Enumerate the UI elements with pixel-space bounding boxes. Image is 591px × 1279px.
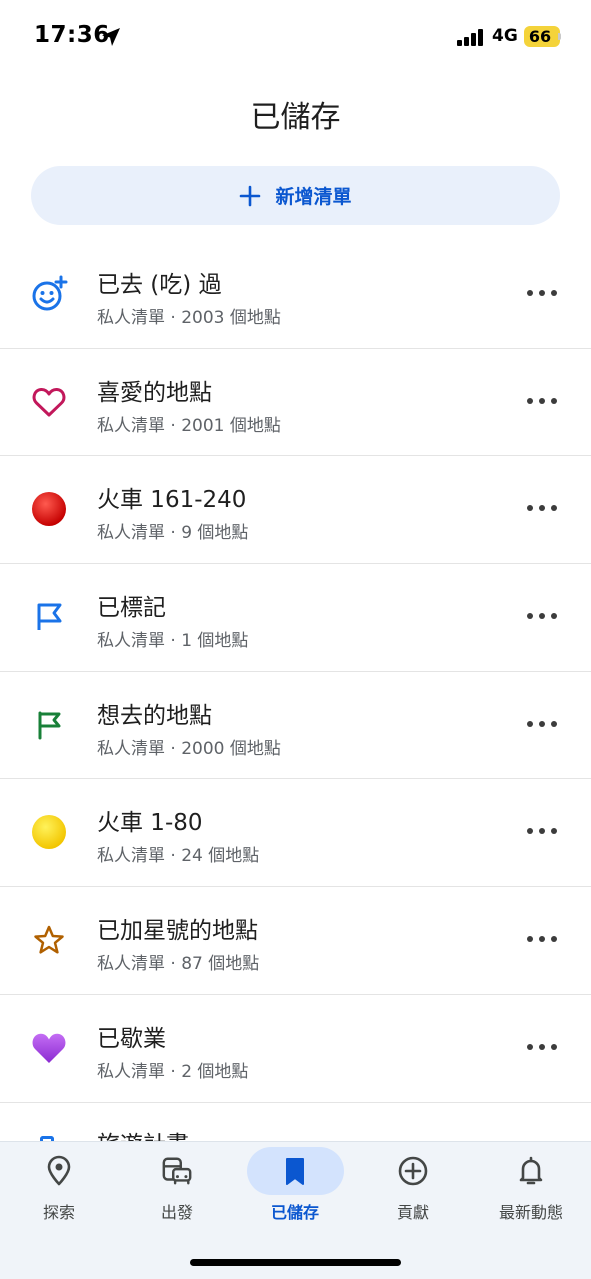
- red-circle-icon: [30, 490, 68, 528]
- more-options-button[interactable]: [527, 1041, 557, 1053]
- list-item[interactable]: 已標記 私人清單 · 1 個地點: [0, 564, 591, 672]
- list-subtitle: 私人清單 · 2000 個地點: [97, 738, 281, 759]
- list-item[interactable]: 已加星號的地點 私人清單 · 87 個地點: [0, 887, 591, 995]
- tab-label: 最新動態: [498, 1203, 563, 1222]
- tab-label: 探索: [42, 1203, 75, 1222]
- green-flag-icon: [30, 706, 68, 744]
- list-item[interactable]: 喜愛的地點 私人清單 · 2001 個地點: [0, 349, 591, 457]
- more-options-button[interactable]: [527, 718, 557, 730]
- purple-heart-icon: [30, 1029, 68, 1067]
- list-title: 已標記: [97, 595, 166, 622]
- location-pin-icon: [47, 1155, 71, 1186]
- list-title: 已去 (吃) 過: [97, 272, 222, 298]
- more-options-button[interactable]: [527, 825, 557, 837]
- list-item[interactable]: 火車 161-240 私人清單 · 9 個地點: [0, 456, 591, 565]
- tab-saved[interactable]: 已儲存: [236, 1142, 354, 1242]
- list-subtitle: 私人清單 · 24 個地點: [97, 846, 260, 867]
- list-subtitle: 私人清單 · 2003 個地點: [97, 308, 281, 328]
- tab-label: 貢獻: [396, 1203, 429, 1222]
- bell-icon: [519, 1156, 543, 1185]
- bookmark-icon: [286, 1158, 304, 1185]
- list-title: 已歇業: [97, 1025, 166, 1052]
- tab-go[interactable]: 出發: [118, 1142, 236, 1242]
- tab-updates[interactable]: 最新動態: [472, 1142, 590, 1242]
- list-title: 火車 1-80: [97, 810, 203, 837]
- list-item[interactable]: 已去 (吃) 過 私人清單 · 2003 個地點: [0, 241, 591, 349]
- tab-label: 出發: [160, 1203, 193, 1222]
- new-list-label: 新增清單: [275, 186, 352, 208]
- list-item[interactable]: 已歇業 私人清單 · 2 個地點: [0, 995, 591, 1103]
- list-subtitle: 私人清單 · 87 個地點: [97, 954, 260, 975]
- tab-contribute[interactable]: 貢獻: [354, 1142, 472, 1242]
- home-indicator[interactable]: [190, 1259, 401, 1266]
- list-item[interactable]: 想去的地點 私人清單 · 2000 個地點: [0, 672, 591, 780]
- new-list-button[interactable]: 新增清單: [31, 166, 560, 225]
- saved-lists: 已去 (吃) 過 私人清單 · 2003 個地點 喜愛的地點 私人清單 · 20…: [0, 241, 591, 1103]
- battery-tip: [558, 33, 561, 40]
- list-subtitle: 私人清單 · 1 個地點: [97, 631, 249, 652]
- flag-outline-icon: [30, 598, 68, 636]
- yellow-circle-icon: [30, 813, 68, 851]
- more-options-button[interactable]: [527, 610, 557, 622]
- list-title: 喜愛的地點: [97, 379, 212, 406]
- battery-icon: 66: [524, 26, 560, 47]
- tab-explore[interactable]: 探索: [0, 1142, 118, 1242]
- add-circle-icon: [398, 1156, 428, 1186]
- network-type: 4G: [492, 26, 518, 46]
- list-title: 已加星號的地點: [97, 918, 258, 945]
- list-item[interactable]: 旅遊計畫: [0, 1103, 591, 1143]
- list-title: 火車 161-240: [97, 487, 247, 514]
- signal-icon: [457, 28, 485, 46]
- more-options-button[interactable]: [527, 502, 557, 514]
- star-icon: [30, 921, 68, 959]
- battery-level: 66: [528, 27, 552, 46]
- heart-icon: [30, 383, 68, 421]
- more-options-button[interactable]: [527, 933, 557, 945]
- list-item[interactable]: 火車 1-80 私人清單 · 24 個地點: [0, 779, 591, 888]
- status-time: 17:36: [34, 22, 110, 48]
- location-arrow-icon: [102, 28, 120, 46]
- plus-icon: [240, 185, 261, 206]
- list-subtitle: 私人清單 · 2 個地點: [97, 1061, 249, 1082]
- more-options-button[interactable]: [527, 395, 557, 407]
- list-subtitle: 私人清單 · 9 個地點: [97, 523, 249, 544]
- status-bar: 17:36 4G 66: [0, 0, 591, 70]
- smiley-add-icon: [30, 275, 68, 313]
- page-title: 已儲存: [250, 100, 341, 135]
- more-options-button[interactable]: [527, 287, 557, 299]
- list-title: 想去的地點: [97, 702, 212, 729]
- list-subtitle: 私人清單 · 2001 個地點: [97, 415, 281, 436]
- commute-icon: [162, 1157, 192, 1185]
- tab-label: 已儲存: [270, 1203, 319, 1222]
